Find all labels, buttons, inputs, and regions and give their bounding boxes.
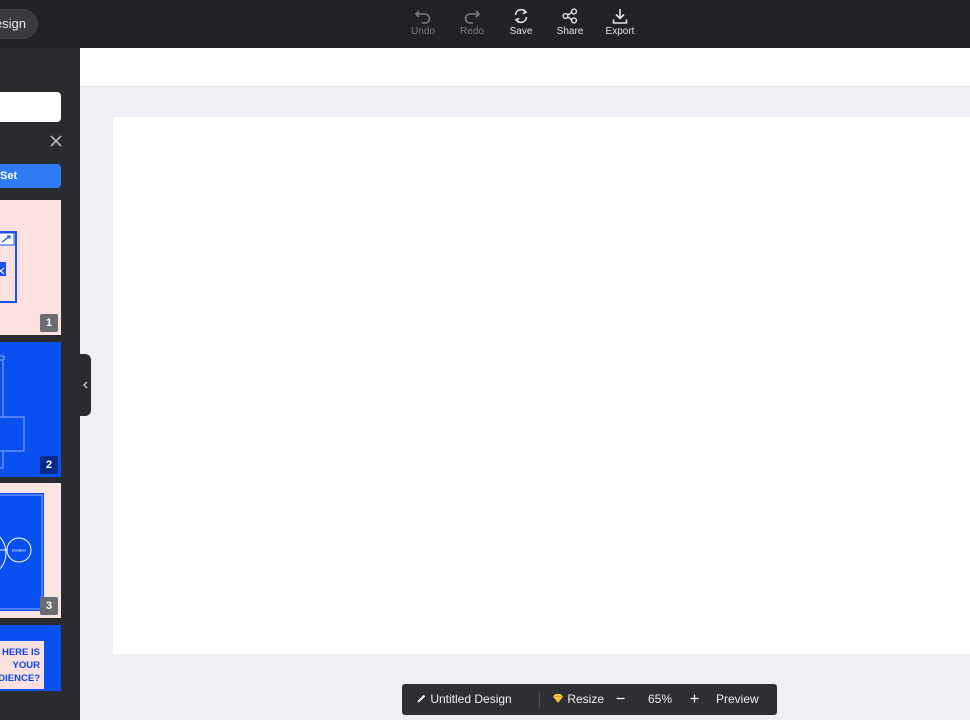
chevron-left-icon — [83, 381, 88, 389]
rename-design-button[interactable]: Untitled Design — [416, 684, 512, 715]
export-label: Export — [605, 26, 635, 37]
save-label: Save — [509, 26, 533, 37]
plus-icon — [690, 694, 699, 703]
share-icon — [562, 8, 578, 24]
preview-button[interactable]: Preview — [716, 684, 759, 715]
bottom-toolbar: Untitled Design Resize 65% Preview — [402, 684, 777, 715]
template-sidebar: Set 1 2 Donation 3 HERE IS YOUR DIENCE? — [0, 48, 80, 720]
toolbar-divider — [539, 692, 540, 707]
zoom-out-button[interactable] — [615, 684, 626, 715]
preview-label: Preview — [716, 692, 759, 706]
redo-label: Redo — [460, 26, 484, 37]
close-icon[interactable] — [48, 133, 64, 149]
undo-label: Undo — [411, 26, 435, 37]
design-name: Untitled Design — [430, 692, 512, 706]
redo-button[interactable]: Redo — [450, 6, 494, 37]
sidebar-collapse-toggle[interactable] — [80, 354, 91, 416]
design-menu-button[interactable]: esign — [0, 9, 38, 39]
refresh-icon — [514, 8, 528, 24]
undo-button[interactable]: Undo — [401, 6, 445, 37]
diamond-icon — [553, 694, 563, 703]
share-button[interactable]: Share — [548, 6, 592, 37]
share-label: Share — [556, 26, 584, 37]
thumbnail-number-badge: 3 — [40, 597, 58, 615]
resize-label: Resize — [567, 692, 605, 706]
design-menu-label: esign — [0, 16, 26, 31]
use-set-label: Set — [0, 170, 18, 182]
pencil-icon — [417, 694, 426, 703]
editor-subtoolbar — [80, 48, 970, 87]
thumbnail-number-badge: 2 — [40, 456, 58, 474]
thumbnail-4-text: HERE IS YOUR DIENCE? — [0, 641, 44, 689]
thumbnail-number-badge: 1 — [40, 314, 58, 332]
top-toolbar: esign Undo Redo Save Share Export — [0, 0, 970, 48]
use-set-button[interactable]: Set — [0, 164, 61, 188]
template-thumbnail-4[interactable]: HERE IS YOUR DIENCE? — [0, 625, 61, 691]
thumbnail-3-label: Donation — [12, 549, 26, 553]
zoom-in-button[interactable] — [689, 684, 700, 715]
template-thumbnail-1[interactable]: 1 — [0, 200, 61, 335]
redo-icon — [464, 10, 481, 24]
template-thumbnail-3[interactable]: Donation 3 — [0, 483, 61, 618]
design-canvas[interactable] — [113, 117, 970, 654]
minus-icon — [616, 697, 625, 700]
search-input[interactable] — [0, 92, 61, 122]
download-icon — [612, 9, 628, 24]
zoom-level: 65% — [648, 692, 673, 706]
resize-button[interactable]: Resize — [552, 684, 604, 715]
template-thumbnail-2[interactable]: 2 — [0, 342, 61, 477]
save-button[interactable]: Save — [499, 6, 543, 37]
undo-icon — [414, 10, 431, 24]
export-button[interactable]: Export — [598, 6, 642, 37]
